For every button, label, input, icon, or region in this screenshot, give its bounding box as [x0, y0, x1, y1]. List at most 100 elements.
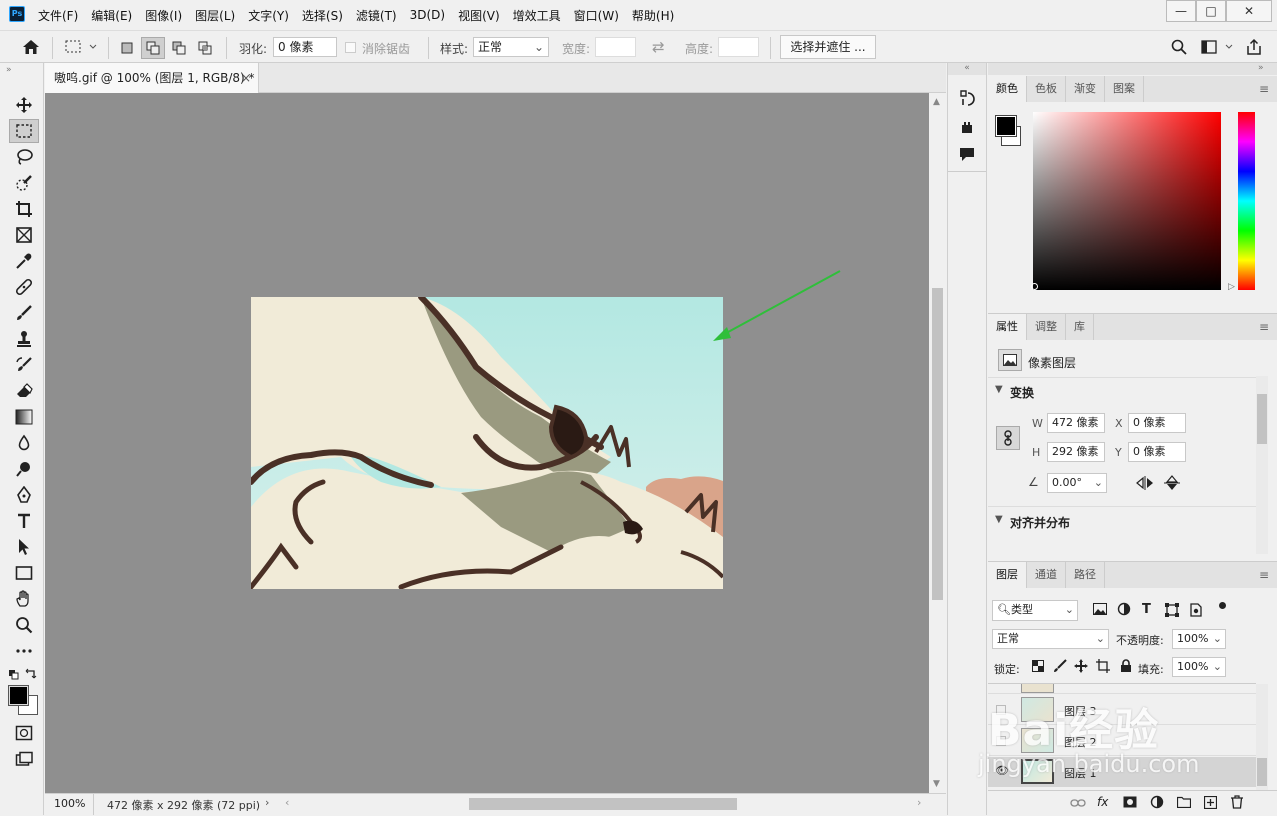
- new-layer-icon[interactable]: [1203, 795, 1218, 812]
- lock-transparent-icon[interactable]: [1032, 660, 1044, 675]
- layers-scroll-thumb[interactable]: [1257, 758, 1267, 786]
- swap-icon[interactable]: ⇄: [652, 38, 665, 56]
- scroll-up-icon[interactable]: ▲: [933, 97, 940, 107]
- path-select-tool-icon[interactable]: [9, 535, 39, 559]
- properties-scroll-thumb[interactable]: [1257, 394, 1267, 444]
- select-and-mask-button[interactable]: 选择并遮住 ...: [780, 35, 876, 59]
- swap-colors-icon[interactable]: [25, 667, 37, 682]
- color-field[interactable]: [1033, 112, 1221, 290]
- filter-smart-object-icon[interactable]: [1190, 603, 1202, 620]
- hue-slider-handle[interactable]: ▷: [1228, 282, 1235, 292]
- layers-panel-menu-icon[interactable]: ≡: [1259, 568, 1269, 582]
- intersect-selection-icon[interactable]: [193, 37, 217, 59]
- menu-help[interactable]: 帮助(H): [632, 7, 674, 24]
- blur-tool-icon[interactable]: [9, 431, 39, 455]
- x-field[interactable]: 0 像素: [1128, 413, 1186, 433]
- menu-view[interactable]: 视图(V): [458, 7, 500, 24]
- new-group-icon[interactable]: [1176, 796, 1192, 811]
- dodge-tool-icon[interactable]: [9, 457, 39, 481]
- layer-filter-select[interactable]: 🔍︎类型 ⌄: [992, 600, 1078, 621]
- gradient-tool-icon[interactable]: [9, 405, 39, 429]
- type-tool-icon[interactable]: [9, 509, 39, 533]
- vertical-scroll-thumb[interactable]: [932, 288, 943, 600]
- angle-field[interactable]: 0.00° ⌄: [1047, 473, 1107, 493]
- link-dimensions-icon[interactable]: [996, 426, 1020, 450]
- tab-properties[interactable]: 属性: [988, 314, 1027, 340]
- document-tab[interactable]: 嗷呜.gif @ 100% (图层 1, RGB/8) * ×: [45, 63, 259, 93]
- antialias-checkbox[interactable]: [345, 42, 356, 53]
- pen-tool-icon[interactable]: [9, 483, 39, 507]
- flip-horizontal-icon[interactable]: [1136, 476, 1154, 493]
- color-panel-menu-icon[interactable]: ≡: [1259, 82, 1269, 96]
- new-selection-icon[interactable]: [115, 37, 139, 59]
- add-selection-icon[interactable]: [141, 37, 165, 59]
- eye-icon[interactable]: 👁︎: [995, 764, 1009, 777]
- fill-field[interactable]: 100% ⌄: [1172, 657, 1226, 677]
- rectangle-tool-icon[interactable]: [9, 561, 39, 585]
- menu-image[interactable]: 图像(I): [145, 7, 182, 24]
- tab-patterns[interactable]: 图案: [1105, 76, 1144, 102]
- history-panel-icon[interactable]: [958, 89, 976, 110]
- home-icon[interactable]: [22, 38, 40, 59]
- zoom-tool-icon[interactable]: [9, 613, 39, 637]
- stamp-tool-icon[interactable]: [9, 327, 39, 351]
- layer-row[interactable]: 图层 2: [988, 726, 1256, 756]
- layer-effects-icon[interactable]: fx: [1097, 795, 1108, 809]
- close-tab-icon[interactable]: ×: [241, 63, 251, 93]
- horizontal-scroll-thumb[interactable]: [469, 798, 737, 810]
- share-icon[interactable]: [1245, 38, 1263, 59]
- move-tool-icon[interactable]: [9, 93, 39, 117]
- history-brush-tool-icon[interactable]: [9, 353, 39, 377]
- delete-layer-icon[interactable]: [1231, 795, 1243, 812]
- flip-vertical-icon[interactable]: [1164, 475, 1180, 494]
- document-canvas[interactable]: [251, 297, 723, 589]
- scroll-right-icon[interactable]: ›: [917, 796, 921, 809]
- panels-collapse-icon[interactable]: »: [1258, 63, 1264, 73]
- transform-section-title[interactable]: 变换: [1010, 384, 1034, 401]
- tab-color[interactable]: 颜色: [988, 76, 1027, 102]
- menu-plugins[interactable]: 增效工具: [513, 7, 561, 24]
- menu-layer[interactable]: 图层(L): [195, 7, 235, 24]
- scroll-left-icon[interactable]: ‹: [285, 796, 289, 809]
- crop-tool-icon[interactable]: [9, 197, 39, 221]
- tab-swatches[interactable]: 色板: [1027, 76, 1066, 102]
- tab-adjustments[interactable]: 调整: [1027, 314, 1066, 340]
- layer-row-partial[interactable]: [988, 684, 1256, 694]
- maximize-button[interactable]: □: [1196, 0, 1226, 22]
- healing-brush-tool-icon[interactable]: [9, 275, 39, 299]
- menu-edit[interactable]: 编辑(E): [91, 7, 132, 24]
- quick-mask-icon[interactable]: [9, 721, 39, 745]
- layer-visibility-toggle[interactable]: [996, 705, 1006, 715]
- eyedropper-tool-icon[interactable]: [9, 249, 39, 273]
- lock-all-icon[interactable]: [1120, 659, 1132, 676]
- screen-mode-icon[interactable]: [9, 747, 39, 771]
- hand-tool-icon[interactable]: [9, 587, 39, 611]
- frame-tool-icon[interactable]: [9, 223, 39, 247]
- opacity-field[interactable]: 100% ⌄: [1172, 629, 1226, 649]
- menu-3d[interactable]: 3D(D): [410, 8, 445, 22]
- close-window-button[interactable]: ✕: [1226, 0, 1272, 22]
- marquee-tool-icon[interactable]: [9, 119, 39, 143]
- height-field[interactable]: 292 像素: [1047, 442, 1105, 462]
- lock-artboard-icon[interactable]: [1096, 659, 1110, 676]
- layer-name[interactable]: 图层 1: [1064, 765, 1097, 781]
- quick-select-tool-icon[interactable]: [9, 171, 39, 195]
- adjustment-layer-icon[interactable]: [1150, 795, 1164, 812]
- comments-panel-icon[interactable]: [958, 145, 976, 166]
- filter-type-icon[interactable]: T: [1142, 602, 1151, 617]
- layer-name[interactable]: 图层 3: [1064, 703, 1097, 719]
- filter-shape-icon[interactable]: [1165, 603, 1179, 620]
- filter-toggle-icon[interactable]: [1219, 602, 1226, 609]
- tab-libraries[interactable]: 库: [1066, 314, 1094, 340]
- lasso-tool-icon[interactable]: [9, 145, 39, 169]
- style-select[interactable]: 正常 ⌄: [473, 37, 549, 57]
- width-input[interactable]: [595, 37, 636, 57]
- layers-scrollbar[interactable]: [1256, 684, 1268, 790]
- brush-tool-icon[interactable]: [9, 301, 39, 325]
- menu-window[interactable]: 窗口(W): [574, 7, 619, 24]
- zoom-level[interactable]: 100%: [54, 797, 85, 810]
- layer-row-selected[interactable]: 👁︎ 图层 1: [988, 757, 1256, 787]
- workspace-icon[interactable]: [1201, 40, 1235, 57]
- layer-visibility-toggle[interactable]: [996, 736, 1006, 746]
- info-menu-icon[interactable]: ›: [265, 796, 269, 809]
